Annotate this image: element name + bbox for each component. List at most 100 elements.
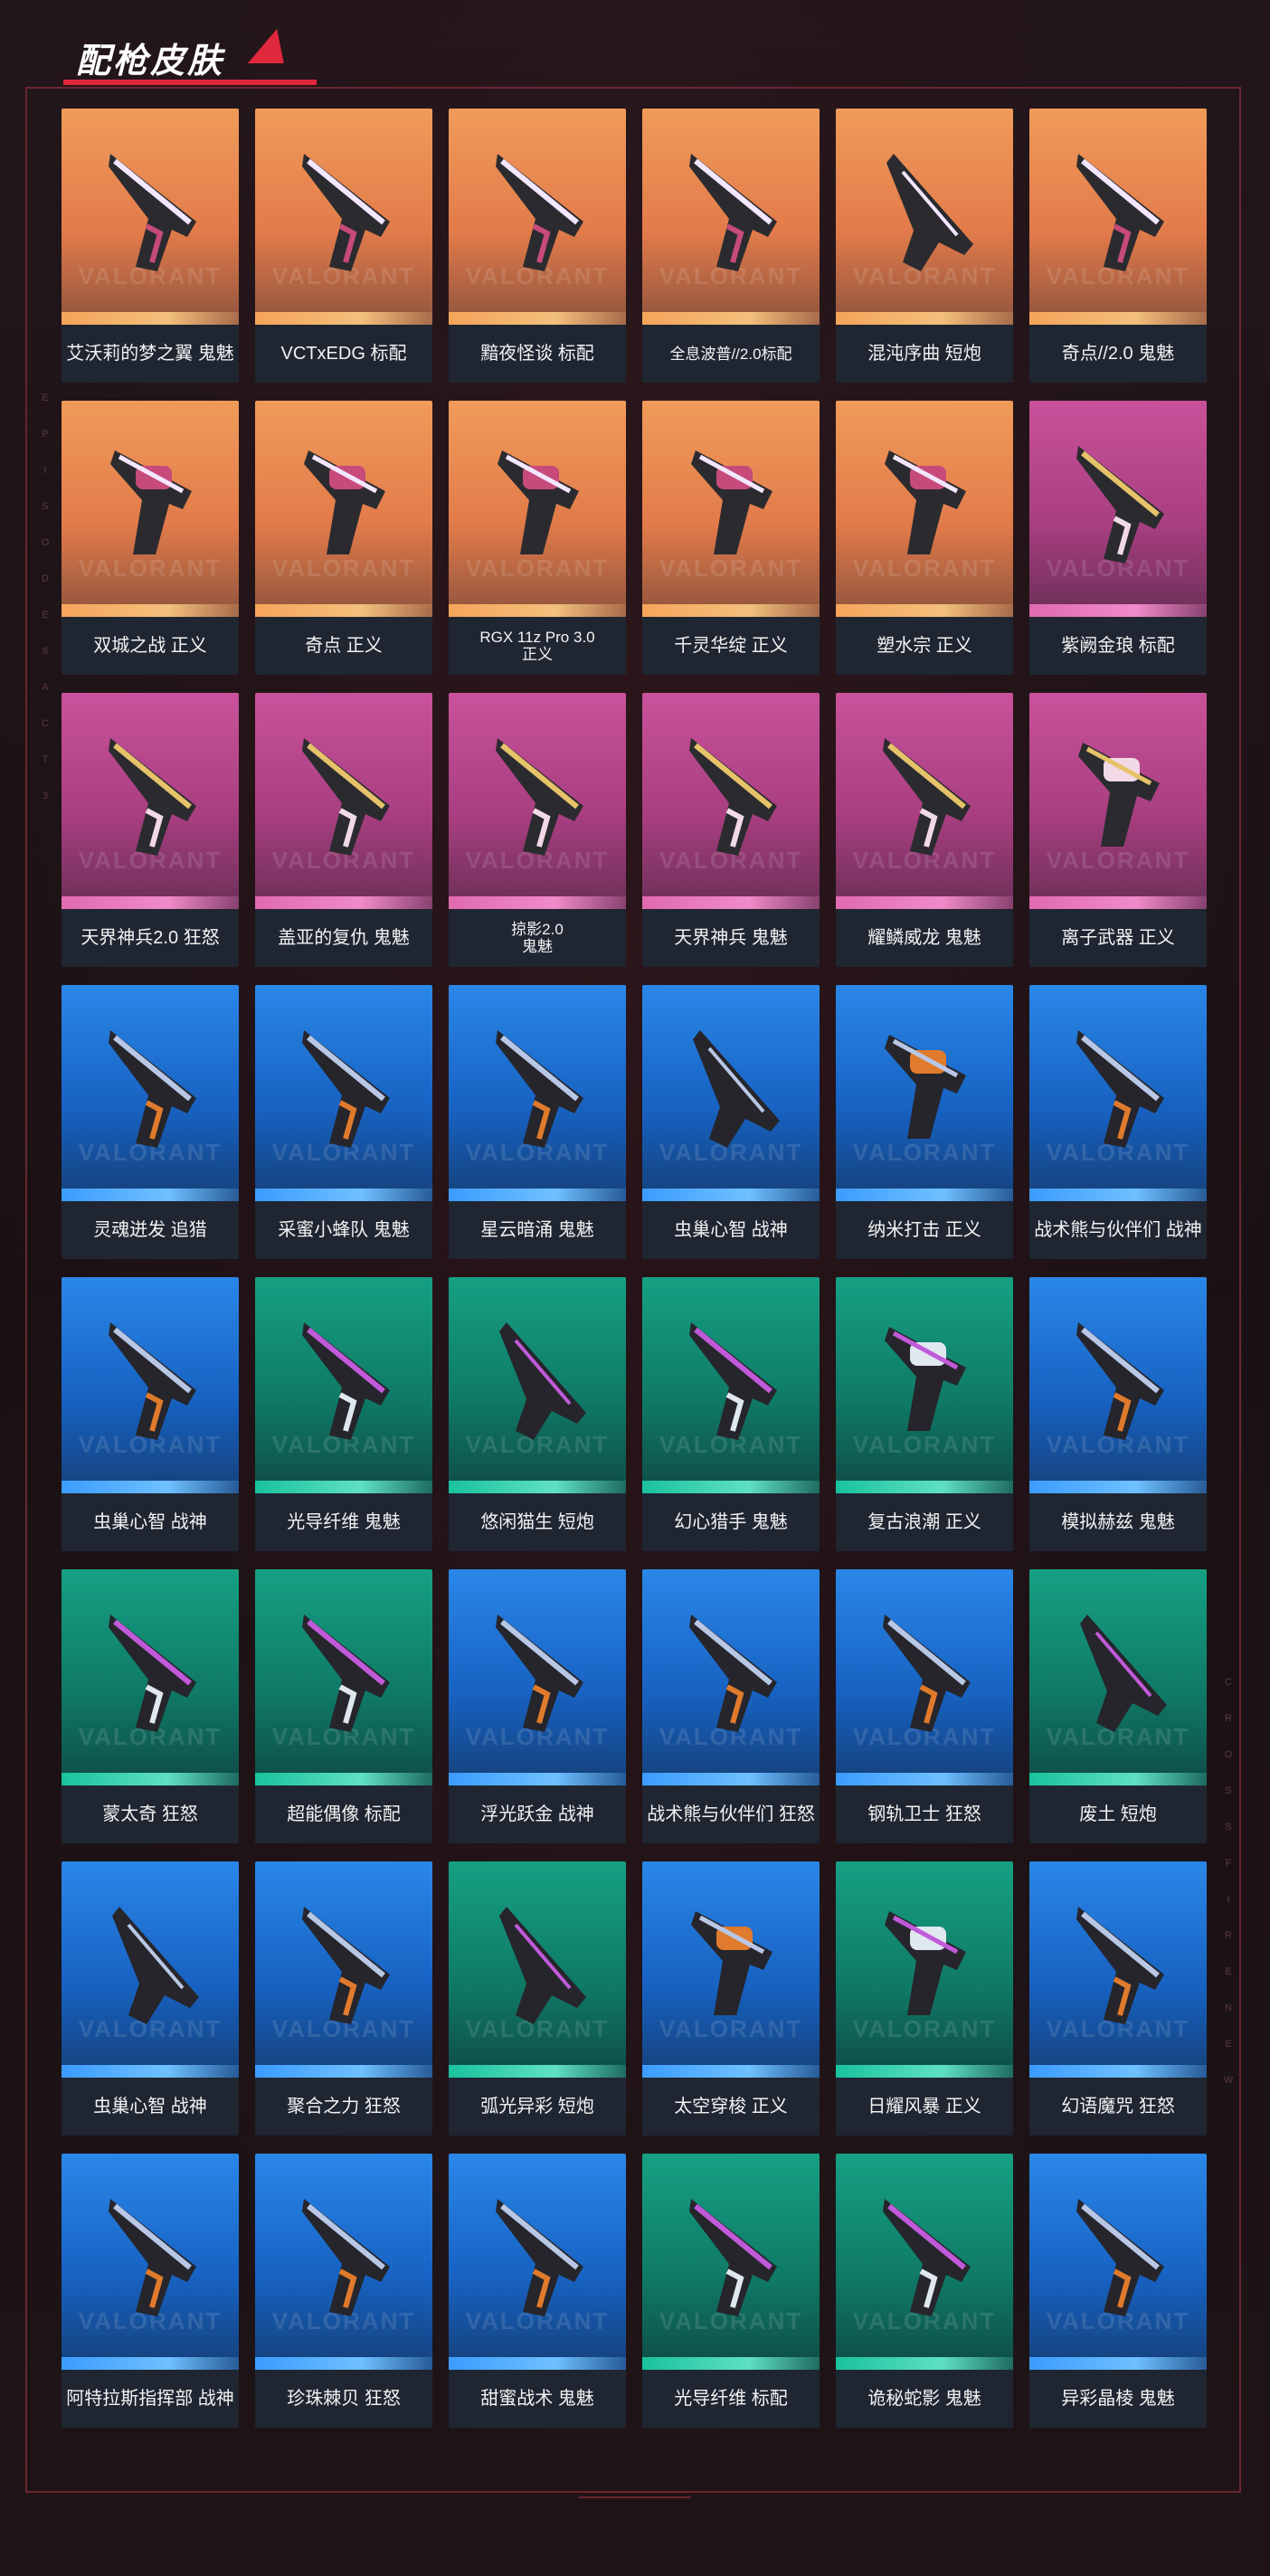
- side-letter: P: [42, 429, 49, 440]
- skin-card[interactable]: VALORANT 钢轨卫士 狂怒: [836, 1569, 1013, 1843]
- label-area: 模拟赫兹 鬼魅: [1029, 1493, 1207, 1551]
- skin-card[interactable]: VALORANT 废土 短炮: [1029, 1569, 1207, 1843]
- skin-card[interactable]: VALORANT 虫巢心智 战神: [642, 985, 820, 1259]
- skin-card[interactable]: VALORANT 虫巢心智 战神: [62, 1277, 239, 1551]
- skin-card[interactable]: VALORANT 耀鳞威龙 鬼魅: [836, 693, 1013, 967]
- pistol-icon: [286, 136, 403, 280]
- rarity-stripe: [449, 2065, 626, 2078]
- revolver-icon: [92, 428, 210, 573]
- skin-card[interactable]: VALORANT 星云暗涌 鬼魅: [449, 985, 626, 1259]
- revolver-icon: [867, 1304, 984, 1449]
- skin-card[interactable]: VALORANT 日耀风暴 正义: [836, 1861, 1013, 2136]
- side-letter: D: [42, 573, 49, 584]
- skin-card[interactable]: VALORANT 幻心猎手 鬼魅: [642, 1277, 820, 1551]
- pistol-icon: [479, 720, 597, 865]
- skin-card[interactable]: VALORANT 纳米打击 正义: [836, 985, 1013, 1259]
- skin-card[interactable]: VALORANT 黯夜怪谈 标配: [449, 109, 626, 383]
- label-area: 耀鳞威龙 鬼魅: [836, 909, 1013, 967]
- skin-card[interactable]: VALORANT 盖亚的复仇 鬼魅: [255, 693, 432, 967]
- side-letter: T: [42, 754, 49, 765]
- pistol-icon: [286, 1889, 403, 2033]
- label-area: 浮光跃金 战神: [449, 1785, 626, 1843]
- skin-card[interactable]: VALORANT 超能偶像 标配: [255, 1569, 432, 1843]
- skin-card[interactable]: VALORANT 光导纤维 鬼魅: [255, 1277, 432, 1551]
- label-area: 混沌序曲 短炮: [836, 325, 1013, 383]
- label-area: 奇点//2.0 鬼魅: [1029, 325, 1207, 383]
- skin-label: 虫巢心智 战神: [93, 2097, 207, 2117]
- skin-card[interactable]: VALORANT 异彩晶棱 鬼魅: [1029, 2154, 1207, 2428]
- skin-card[interactable]: VALORANT 阿特拉斯指挥部 战神: [62, 2154, 239, 2428]
- skin-card[interactable]: VALORANT 珍珠棘贝 狂怒: [255, 2154, 432, 2428]
- rarity-stripe: [1029, 604, 1207, 617]
- skin-card[interactable]: VALORANT 艾沃莉的梦之翼 鬼魅: [62, 109, 239, 383]
- skin-card[interactable]: VALORANT 战术熊与伙伴们 狂怒: [642, 1569, 820, 1843]
- skin-card[interactable]: VALORANT 复古浪潮 正义: [836, 1277, 1013, 1551]
- skin-card[interactable]: VALORANT 诡秘蛇影 鬼魅: [836, 2154, 1013, 2428]
- skin-label: 复古浪潮 正义: [867, 1512, 981, 1532]
- label-area: RGX 11z Pro 3.0 正义: [449, 617, 626, 675]
- skin-card[interactable]: VALORANT 掠影2.0 鬼魅: [449, 693, 626, 967]
- label-area: 千灵华绽 正义: [642, 617, 820, 675]
- skin-card[interactable]: VALORANT 模拟赫兹 鬼魅: [1029, 1277, 1207, 1551]
- skin-card[interactable]: VALORANT 光导纤维 标配: [642, 2154, 820, 2428]
- skin-card[interactable]: VALORANT 离子武器 正义: [1029, 693, 1207, 967]
- label-area: 幻心猎手 鬼魅: [642, 1493, 820, 1551]
- skin-card[interactable]: VALORANT RGX 11z Pro 3.0 正义: [449, 401, 626, 675]
- skin-card[interactable]: VALORANT 蒙太奇 狂怒: [62, 1569, 239, 1843]
- skin-card[interactable]: VALORANT 采蜜小蜂队 鬼魅: [255, 985, 432, 1259]
- skin-label: RGX 11z Pro 3.0 正义: [479, 629, 595, 663]
- rarity-stripe: [255, 604, 432, 617]
- label-area: 日耀风暴 正义: [836, 2078, 1013, 2136]
- label-area: 悠闲猫生 短炮: [449, 1493, 626, 1551]
- pistol-icon: [1060, 1304, 1178, 1449]
- skin-card[interactable]: VALORANT 弧光异彩 短炮: [449, 1861, 626, 2136]
- skin-card[interactable]: VALORANT 奇点//2.0 鬼魅: [1029, 109, 1207, 383]
- skin-card[interactable]: VALORANT 塑水宗 正义: [836, 401, 1013, 675]
- pistol-icon: [673, 720, 791, 865]
- skin-card[interactable]: VALORANT 悠闲猫生 短炮: [449, 1277, 626, 1551]
- rarity-stripe: [62, 2357, 239, 2370]
- rarity-stripe: [642, 312, 820, 325]
- skin-label: 蒙太奇 狂怒: [102, 1804, 198, 1824]
- label-area: 聚合之力 狂怒: [255, 2078, 432, 2136]
- side-letters-right: C R O S S F I R E N E W: [1223, 1664, 1234, 2098]
- skin-card[interactable]: VALORANT 紫阙金琅 标配: [1029, 401, 1207, 675]
- skin-label: 混沌序曲 短炮: [867, 344, 981, 364]
- side-letter: W: [1223, 2075, 1234, 2086]
- shotgun-icon: [867, 136, 984, 280]
- rarity-stripe: [836, 1481, 1013, 1493]
- revolver-icon: [1060, 720, 1178, 865]
- skin-card[interactable]: VALORANT 虫巢心智 战神: [62, 1861, 239, 2136]
- rarity-stripe: [255, 1773, 432, 1785]
- valorant-logo-icon: [247, 29, 296, 63]
- pistol-icon: [673, 1304, 791, 1449]
- skin-card[interactable]: VALORANT VCTxEDG 标配: [255, 109, 432, 383]
- skin-card[interactable]: VALORANT 全息波普//2.0标配: [642, 109, 820, 383]
- skin-card[interactable]: VALORANT 甜蜜战术 鬼魅: [449, 2154, 626, 2428]
- skin-card[interactable]: VALORANT 混沌序曲 短炮: [836, 109, 1013, 383]
- label-area: VCTxEDG 标配: [255, 325, 432, 383]
- rarity-stripe: [255, 2065, 432, 2078]
- skin-card[interactable]: VALORANT 双城之战 正义: [62, 401, 239, 675]
- skin-card[interactable]: VALORANT 战术熊与伙伴们 战神: [1029, 985, 1207, 1259]
- label-area: 甜蜜战术 鬼魅: [449, 2370, 626, 2428]
- rarity-stripe: [62, 1773, 239, 1785]
- rarity-stripe: [642, 2065, 820, 2078]
- label-area: 黯夜怪谈 标配: [449, 325, 626, 383]
- skin-card[interactable]: VALORANT 灵魂迸发 追猎: [62, 985, 239, 1259]
- side-letter: S: [1225, 1822, 1232, 1833]
- skin-card[interactable]: VALORANT 幻语魔咒 狂怒: [1029, 1861, 1207, 2136]
- label-area: 太空穿梭 正义: [642, 2078, 820, 2136]
- skin-card[interactable]: VALORANT 太空穿梭 正义: [642, 1861, 820, 2136]
- skin-card[interactable]: VALORANT 浮光跃金 战神: [449, 1569, 626, 1843]
- skin-card[interactable]: VALORANT 奇点 正义: [255, 401, 432, 675]
- skin-card[interactable]: VALORANT 天界神兵2.0 狂怒: [62, 693, 239, 967]
- label-area: 天界神兵 鬼魅: [642, 909, 820, 967]
- skin-label: 战术熊与伙伴们 狂怒: [647, 1804, 815, 1824]
- label-area: 蒙太奇 狂怒: [62, 1785, 239, 1843]
- skin-card[interactable]: VALORANT 千灵华绽 正义: [642, 401, 820, 675]
- side-letter: A: [42, 682, 49, 693]
- rarity-stripe: [1029, 2065, 1207, 2078]
- skin-card[interactable]: VALORANT 天界神兵 鬼魅: [642, 693, 820, 967]
- skin-card[interactable]: VALORANT 聚合之力 狂怒: [255, 1861, 432, 2136]
